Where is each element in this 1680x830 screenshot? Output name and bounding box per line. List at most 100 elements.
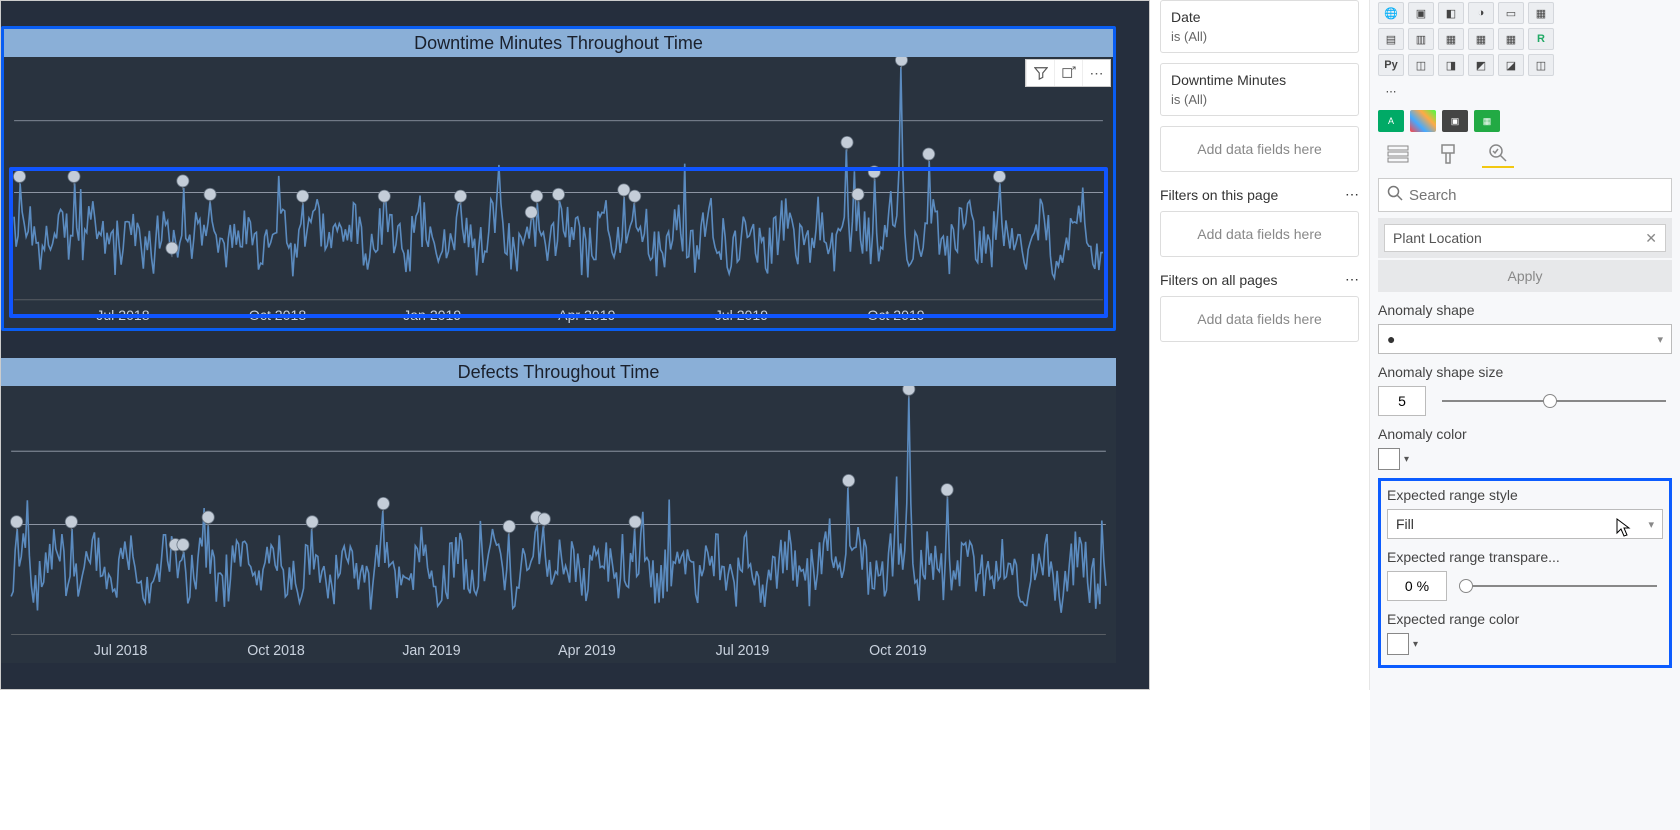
- filters-page-label: Filters on this page: [1160, 187, 1278, 203]
- viz-gauge-icon[interactable]: ◑: [1468, 2, 1494, 24]
- add-filter-visual[interactable]: Add data fields here: [1160, 126, 1359, 172]
- chevron-down-icon: ▾: [1648, 518, 1654, 531]
- filter-card-downtime[interactable]: Downtime Minutes is (All): [1160, 63, 1359, 116]
- viz-table-icon[interactable]: ▦: [1438, 28, 1464, 50]
- viz-filled-map-icon[interactable]: ▣: [1408, 2, 1434, 24]
- analytics-tab-icon[interactable]: [1482, 140, 1514, 168]
- svg-text:Jul 2018: Jul 2018: [96, 307, 150, 323]
- viz-r-icon[interactable]: R: [1528, 28, 1554, 50]
- filter-card-title: Date: [1171, 9, 1348, 25]
- expected-style-select[interactable]: Fill ▾: [1387, 509, 1663, 539]
- add-filter-all[interactable]: Add data fields here: [1160, 296, 1359, 342]
- anomaly-shape-label: Anomaly shape: [1378, 302, 1672, 318]
- chart-title-defects: Defects Throughout Time: [1, 358, 1116, 386]
- viz-py-icon[interactable]: Py: [1378, 54, 1404, 76]
- svg-text:Jan 2019: Jan 2019: [403, 307, 461, 323]
- viz-key-influencers-icon[interactable]: ◫: [1408, 54, 1434, 76]
- filter-icon[interactable]: [1026, 60, 1054, 86]
- viz-multi-card-icon[interactable]: ▦: [1528, 2, 1554, 24]
- more-icon[interactable]: ⋯: [1345, 186, 1359, 203]
- svg-text:Oct 2019: Oct 2019: [869, 643, 927, 659]
- filters-page-header: Filters on this page ⋯: [1160, 186, 1359, 203]
- viz-narrative-icon[interactable]: ◪: [1498, 54, 1524, 76]
- filter-card-title: Downtime Minutes: [1171, 72, 1348, 88]
- more-options-icon[interactable]: ⋯: [1082, 60, 1110, 86]
- chart-defects[interactable]: Defects Throughout Time Jul 2018 Oct 2018…: [1, 358, 1116, 663]
- viz-qna-icon[interactable]: ◩: [1468, 54, 1494, 76]
- anomaly-shape-value: ●: [1387, 331, 1395, 347]
- anomaly-color-swatch[interactable]: [1378, 448, 1400, 470]
- svg-text:Jul 2019: Jul 2019: [715, 307, 769, 323]
- anomaly-size-slider[interactable]: [1442, 400, 1666, 402]
- search-input[interactable]: [1409, 187, 1663, 204]
- svg-text:Oct 2018: Oct 2018: [249, 307, 306, 323]
- search-icon: [1387, 185, 1403, 206]
- viz-more-icon[interactable]: ⋯: [1378, 80, 1404, 102]
- anomaly-shape-select[interactable]: ● ▾: [1378, 324, 1672, 354]
- viz-paginated-icon[interactable]: ◫: [1528, 54, 1554, 76]
- anomaly-size-input[interactable]: 5: [1378, 386, 1426, 416]
- field-pill-plant-location[interactable]: Plant Location ✕: [1384, 224, 1666, 252]
- format-tabs: [1378, 140, 1672, 168]
- filter-card-sub: is (All): [1171, 29, 1348, 44]
- viz-matrix-icon[interactable]: ▦: [1468, 28, 1494, 50]
- apply-button[interactable]: Apply: [1378, 260, 1672, 292]
- custom-viz-3[interactable]: ▣: [1442, 110, 1468, 132]
- chevron-down-icon: ▾: [1657, 333, 1663, 346]
- report-canvas[interactable]: Downtime Minutes Throughout Time ⋯ Jul 2…: [0, 0, 1150, 690]
- expected-transp-label: Expected range transpare...: [1387, 549, 1663, 565]
- custom-viz-row: A ▣ ▦: [1378, 110, 1672, 132]
- focus-mode-icon[interactable]: [1054, 60, 1082, 86]
- chart-svg-downtime: Jul 2018 Oct 2018 Jan 2019 Apr 2019 Jul 2019…: [4, 57, 1113, 328]
- viz-kpi-icon[interactable]: ▤: [1378, 28, 1404, 50]
- chart-svg-defects: Jul 2018Oct 2018Jan 2019Apr 2019Jul 2019…: [1, 386, 1116, 663]
- expected-color-swatch[interactable]: [1387, 633, 1409, 655]
- explain-by-field-well[interactable]: Plant Location ✕: [1378, 218, 1672, 258]
- fields-tab-icon[interactable]: [1382, 140, 1414, 168]
- custom-viz-2[interactable]: [1410, 110, 1436, 132]
- expected-color-label: Expected range color: [1387, 611, 1663, 627]
- chart-title-downtime: Downtime Minutes Throughout Time: [4, 29, 1113, 57]
- svg-text:Oct 2018: Oct 2018: [247, 643, 305, 659]
- viz-decomp-tree-icon[interactable]: ◨: [1438, 54, 1464, 76]
- filter-card-date[interactable]: Date is (All): [1160, 0, 1359, 53]
- chart-body-defects[interactable]: Jul 2018Oct 2018Jan 2019Apr 2019Jul 2019…: [1, 386, 1116, 663]
- svg-text:Oct 2019: Oct 2019: [867, 307, 924, 323]
- filters-all-header: Filters on all pages ⋯: [1160, 271, 1359, 288]
- visualizations-panel: 🌐 ▣ ◧ ◑ ▭ ▦ ▤ ▥ ▦ ▦ ▦ R Py ◫ ◨ ◩ ◪ ◫ ⋯ A…: [1370, 0, 1680, 830]
- svg-text:Jul 2019: Jul 2019: [716, 643, 770, 659]
- chart-body-downtime[interactable]: ⋯ Jul 2018Oct 2018Jan 2019Apr 2019Jul 20…: [4, 57, 1113, 328]
- custom-viz-4[interactable]: ▦: [1474, 110, 1500, 132]
- anomaly-color-label: Anomaly color: [1378, 426, 1672, 442]
- chart-toolbar: ⋯: [1025, 59, 1111, 87]
- chart-downtime[interactable]: Downtime Minutes Throughout Time ⋯ Jul 2…: [1, 26, 1116, 331]
- field-pill-label: Plant Location: [1393, 230, 1482, 246]
- format-search[interactable]: [1378, 178, 1672, 212]
- expected-transp-slider[interactable]: [1463, 585, 1657, 587]
- svg-text:Jul 2018: Jul 2018: [94, 643, 148, 659]
- more-icon[interactable]: ⋯: [1345, 271, 1359, 288]
- viz-matrix2-icon[interactable]: ▦: [1498, 28, 1524, 50]
- remove-field-icon[interactable]: ✕: [1645, 230, 1657, 247]
- filter-card-sub: is (All): [1171, 92, 1348, 107]
- svg-text:Apr 2019: Apr 2019: [558, 643, 616, 659]
- viz-shape-map-icon[interactable]: ◧: [1438, 2, 1464, 24]
- cursor-icon: [1616, 518, 1632, 538]
- expected-range-section-highlight: Expected range style Fill ▾ Expected ran…: [1378, 478, 1672, 668]
- chevron-down-icon[interactable]: ▾: [1404, 454, 1409, 465]
- svg-text:Apr 2019: Apr 2019: [558, 307, 615, 323]
- format-tab-icon[interactable]: [1432, 140, 1464, 168]
- viz-globe-icon[interactable]: 🌐: [1378, 2, 1404, 24]
- custom-viz-1[interactable]: A: [1378, 110, 1404, 132]
- add-filter-page[interactable]: Add data fields here: [1160, 211, 1359, 257]
- chevron-down-icon[interactable]: ▾: [1413, 639, 1418, 650]
- viz-card-icon[interactable]: ▭: [1498, 2, 1524, 24]
- viz-slicer-icon[interactable]: ▥: [1408, 28, 1434, 50]
- expected-style-label: Expected range style: [1387, 487, 1663, 503]
- filters-all-label: Filters on all pages: [1160, 272, 1278, 288]
- expected-style-value: Fill: [1396, 516, 1414, 532]
- expected-transp-input[interactable]: 0 %: [1387, 571, 1447, 601]
- anomaly-size-label: Anomaly shape size: [1378, 364, 1672, 380]
- viz-type-grid: 🌐 ▣ ◧ ◑ ▭ ▦ ▤ ▥ ▦ ▦ ▦ R Py ◫ ◨ ◩ ◪ ◫ ⋯: [1378, 0, 1672, 108]
- filters-panel: Date is (All) Downtime Minutes is (All) …: [1150, 0, 1370, 690]
